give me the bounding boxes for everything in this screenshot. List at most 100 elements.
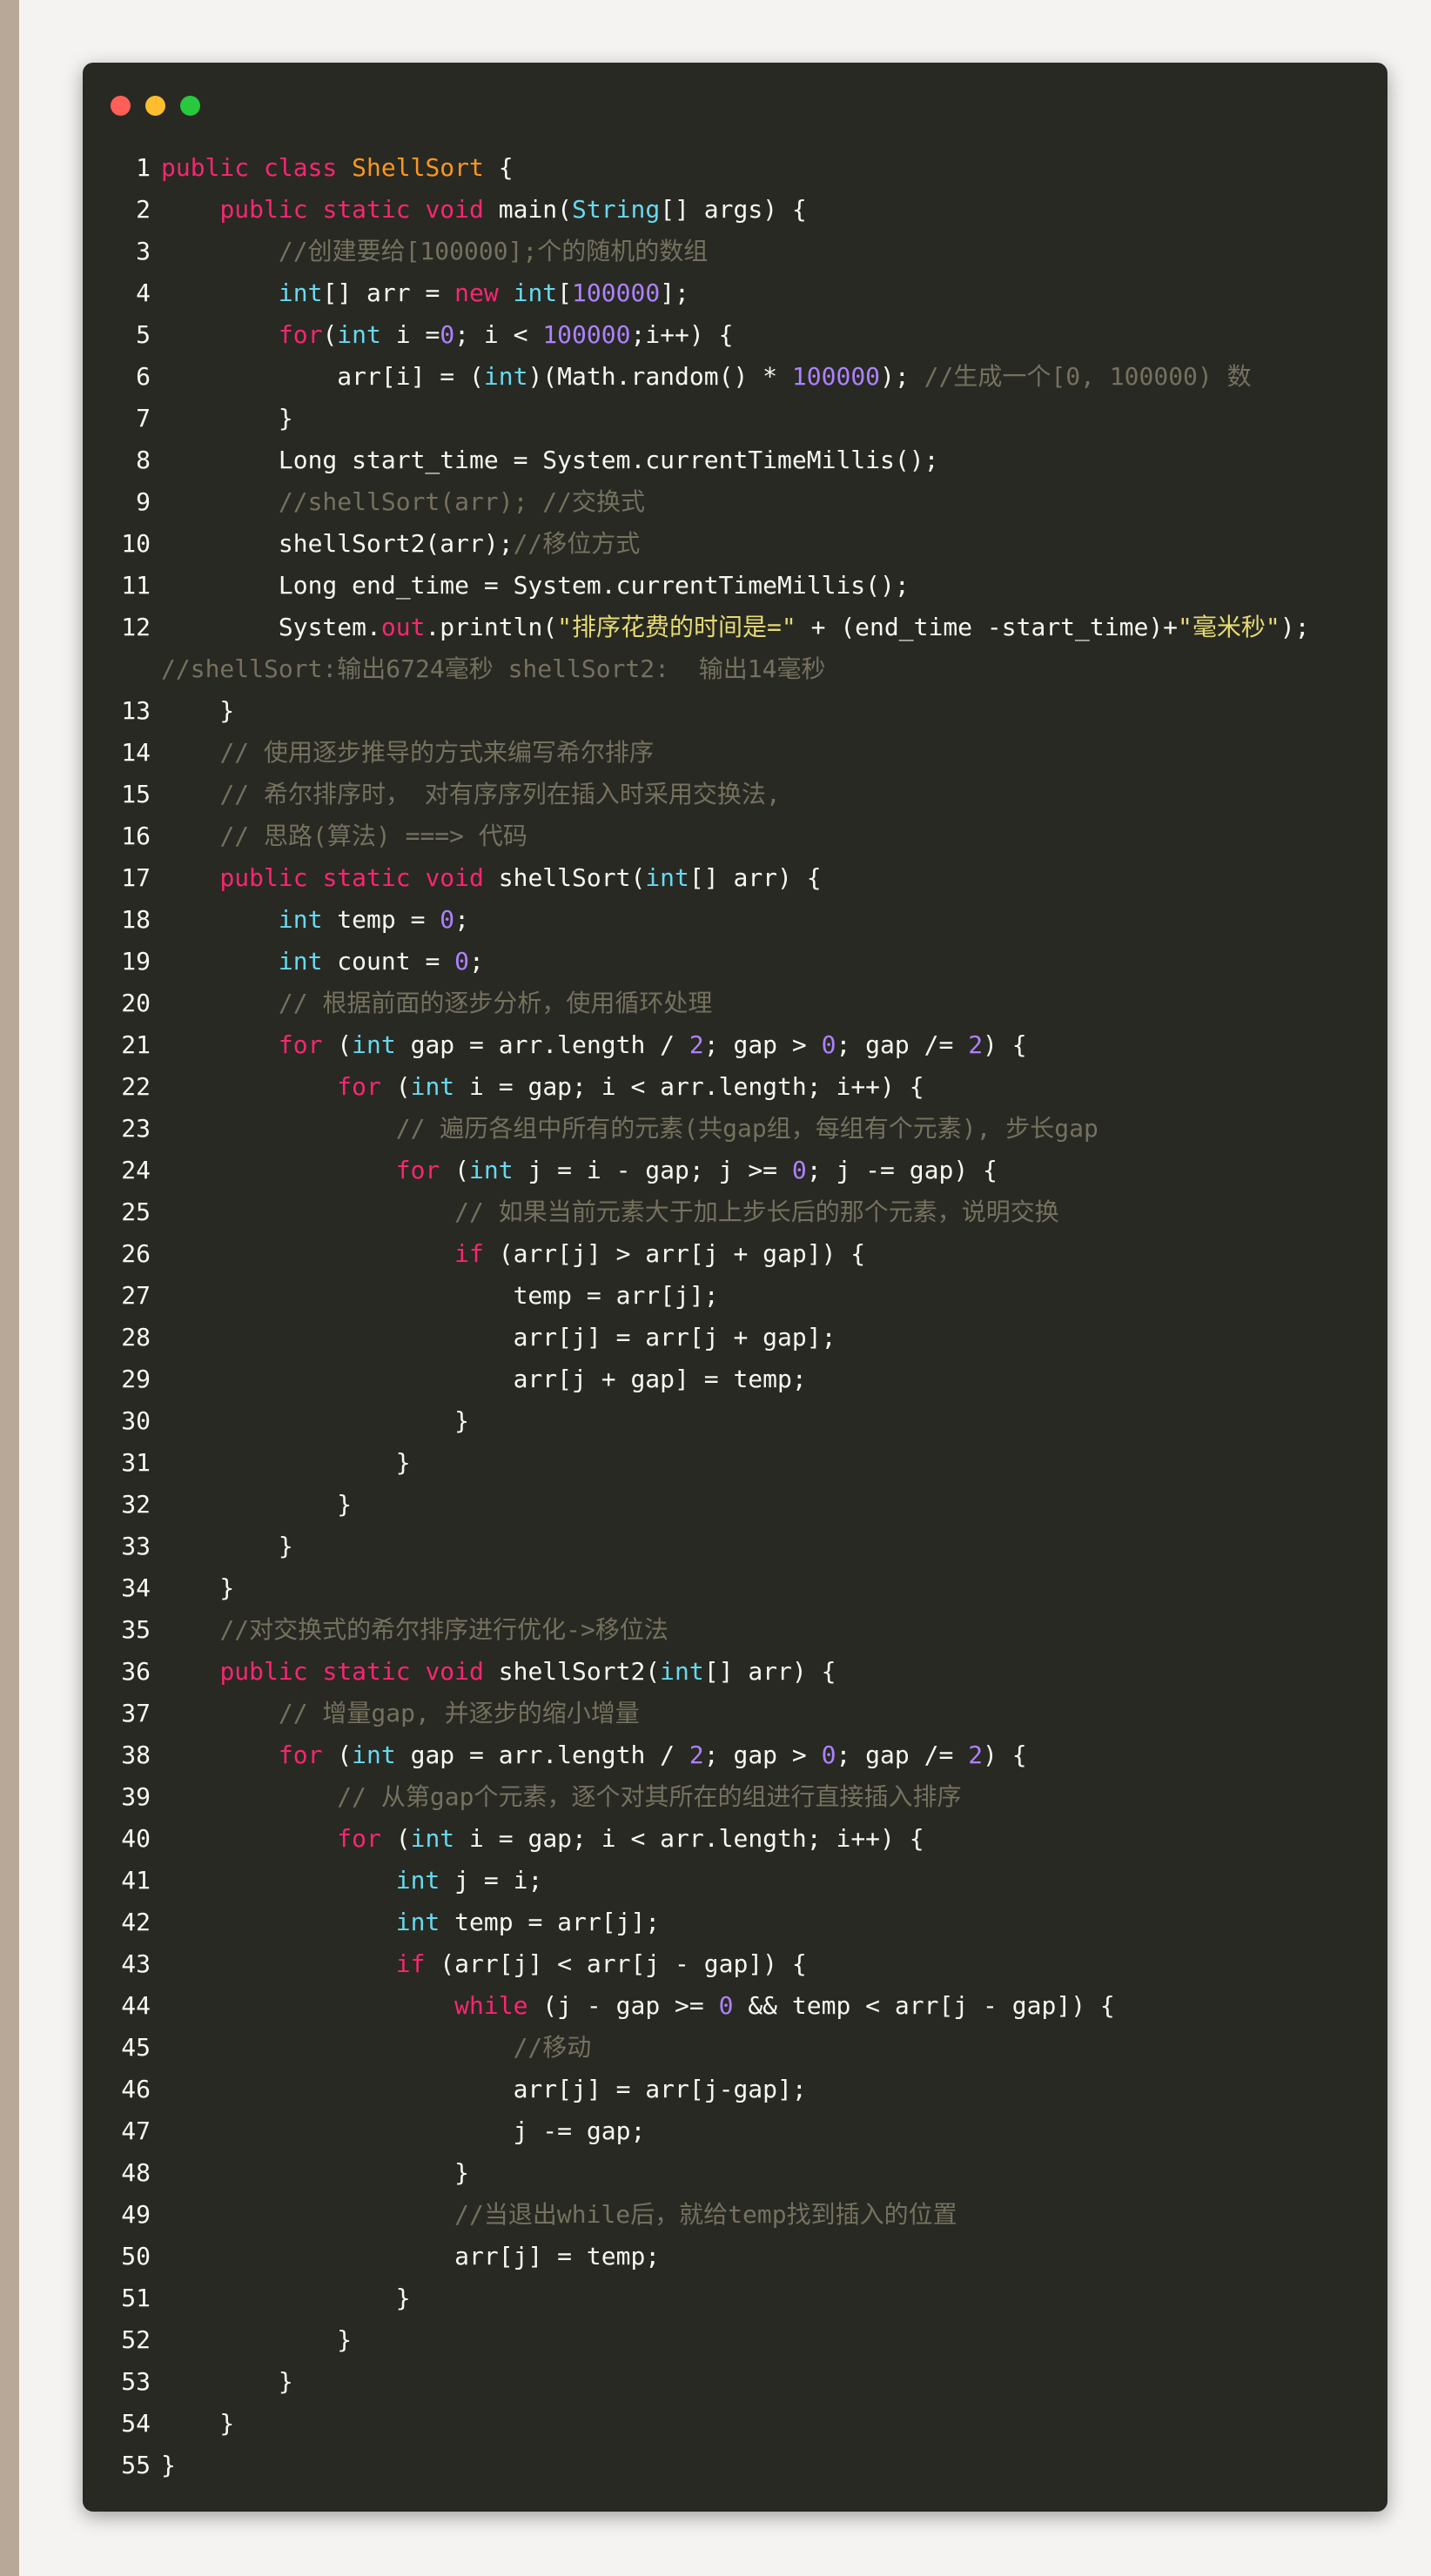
code-token: main( [498,195,573,224]
code-token: ; gap /= [836,1741,969,1769]
code-token: )(Math.random() * [527,362,792,391]
code-token: 2 [968,1741,984,1769]
code-text: // 根据前面的逐步分析，使用循环处理 [161,983,1353,1024]
close-dot-icon[interactable] [111,96,131,116]
code-token: } [161,2158,470,2187]
line-number: 35 [121,1615,151,1644]
code-line: 32 } [83,1484,1387,1526]
code-token: // 根据前面的逐步分析，使用循环处理 [278,989,713,1017]
line-number: 41 [121,1866,151,1895]
code-text: int temp = arr[j]; [161,1902,1353,1943]
code-token: ]; [660,278,689,307]
code-line: 14 // 使用逐步推导的方式来编写希尔排序 [83,732,1387,774]
code-text: //当退出while后，就给temp找到插入的位置 [161,2194,1353,2236]
line-number: 10 [121,529,151,558]
code-token: { [483,153,514,182]
code-token: } [161,1448,411,1477]
code-token: (arr[j] > arr[j + gap]) { [483,1239,866,1268]
code-text: Long end_time = System.currentTimeMillis… [161,565,1353,607]
line-number: 31 [121,1448,151,1477]
code-token: int [660,1657,704,1686]
code-text: } [161,2319,1353,2361]
minimize-dot-icon[interactable] [145,96,165,116]
code-token: ShellSort [352,153,484,182]
code-text: // 使用逐步推导的方式来编写希尔排序 [161,732,1353,774]
code-line: 36 public static void shellSort2(int[] a… [83,1651,1387,1693]
line-number: 29 [121,1365,151,1393]
code-token: [ [557,278,573,307]
code-text: for (int i = gap; i < arr.length; i++) { [161,1066,1353,1108]
code-line: 26 if (arr[j] > arr[j + gap]) { [83,1233,1387,1275]
line-number: 16 [121,822,151,850]
code-token: for [337,1824,381,1853]
code-text: System.out.println("排序花费的时间是=" + (end_ti… [161,607,1353,690]
line-number: 52 [121,2325,151,2354]
code-text: arr[j] = arr[j-gap]; [161,2069,1353,2110]
line-number: 43 [121,1949,151,1978]
code-line: 52 } [83,2319,1387,2361]
code-token: Long end_time = System.currentTimeMillis… [161,571,910,600]
code-token: ) { [983,1741,1027,1769]
code-line: 46 arr[j] = arr[j-gap]; [83,2069,1387,2110]
line-number: 36 [121,1657,151,1686]
code-token: ; gap > [703,1741,822,1769]
code-token: int [469,1156,514,1184]
line-number: 34 [121,1573,151,1602]
line-number: 32 [121,1490,151,1519]
line-number: 4 [136,278,151,307]
code-token: ; [469,947,484,976]
code-token: [] arr) { [689,863,822,892]
code-token: //移位方式 [513,529,641,558]
line-number: 22 [121,1072,151,1101]
code-text: } [161,1442,1353,1484]
line-number: 40 [121,1824,151,1853]
code-token: System. [161,613,381,641]
code-text: int temp = 0; [161,899,1353,941]
code-token: int [410,1072,455,1101]
code-token: ) { [983,1030,1027,1059]
code-text: public class ShellSort { [161,147,1353,189]
line-number: 17 [121,863,151,892]
code-line: 49 //当退出while后，就给temp找到插入的位置 [83,2194,1387,2236]
line-number: 24 [121,1156,151,1184]
code-text: } [161,1400,1353,1442]
code-line: 42 int temp = arr[j]; [83,1902,1387,1943]
code-token: 0 [821,1030,836,1059]
line-number: 27 [121,1281,151,1310]
code-text: } [161,398,1353,439]
code-text: //shellSort(arr); //交换式 [161,481,1353,523]
code-token: + (end_time -start_time)+ [796,613,1179,641]
code-token: int [352,1741,396,1769]
code-text: Long start_time = System.currentTimeMill… [161,439,1353,481]
code-text: // 思路(算法) ===> 代码 [161,815,1353,857]
code-token: String [572,195,661,224]
code-token: ( [322,320,338,349]
code-token: int [337,320,381,349]
code-token: i = gap; i < arr.length; i++) { [454,1824,924,1853]
code-token: int [278,905,323,934]
maximize-dot-icon[interactable] [180,96,200,116]
code-token: arr[i] = ( [161,362,484,391]
code-text: // 如果当前元素大于加上步长后的那个元素，说明交换 [161,1191,1353,1233]
line-number: 54 [121,2409,151,2438]
line-number: 51 [121,2284,151,2312]
line-number: 5 [136,320,151,349]
code-token: if [395,1949,426,1978]
code-token: temp = arr[j]; [440,1908,661,1936]
code-token: 0 [454,947,470,976]
code-token: 100000 [572,278,661,307]
code-token: for [278,320,323,349]
code-token: int [395,1866,440,1895]
line-number: 8 [136,446,151,474]
code-token: } [161,1532,293,1560]
code-line: 55} [83,2445,1387,2486]
